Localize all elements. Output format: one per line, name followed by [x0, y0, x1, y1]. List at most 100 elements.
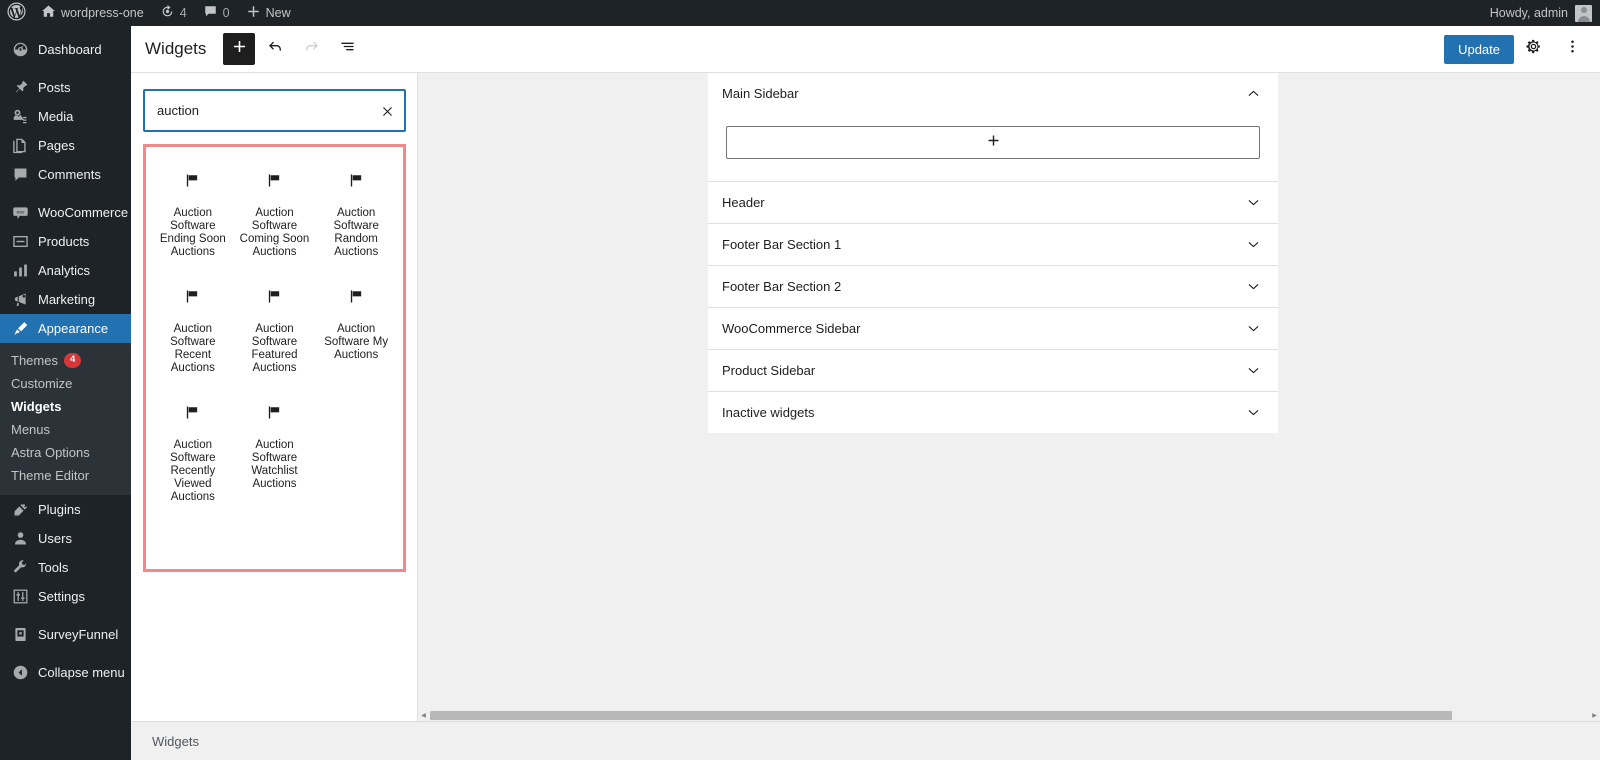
sidebar-item-label: Comments — [38, 167, 101, 182]
widget-area-header[interactable]: Product Sidebar — [708, 350, 1278, 391]
avatar-icon — [1575, 4, 1592, 22]
widget-result-item[interactable]: Auction Software My Auctions — [315, 285, 397, 375]
sidebar-item-appearance[interactable]: Appearance — [0, 314, 131, 343]
undo-arrow-icon — [266, 37, 285, 61]
plus-icon — [246, 4, 261, 22]
widget-result-label: Auction Software Featured Auctions — [251, 323, 298, 374]
site-name-menu[interactable]: wordpress-one — [33, 0, 152, 26]
block-appender-button[interactable] — [726, 126, 1260, 159]
redo-button[interactable] — [295, 33, 327, 65]
submenu-item-menus[interactable]: Menus — [0, 418, 131, 441]
howdy-label: Howdy, admin — [1489, 6, 1568, 20]
sidebar-item-surveyfunnel[interactable]: SurveyFunnel — [0, 620, 131, 649]
menu-separator — [0, 649, 131, 658]
submenu-item-themes[interactable]: Themes 4 — [0, 349, 131, 372]
widget-result-item[interactable]: Auction Software Random Auctions — [315, 169, 397, 259]
horizontal-scrollbar[interactable]: ◀ ▶ — [418, 710, 1600, 721]
sidebar-item-media[interactable]: Media — [0, 102, 131, 131]
more-vertical-icon — [1563, 37, 1582, 61]
widget-area-footer-bar-section-2: Footer Bar Section 2 — [708, 266, 1278, 308]
media-icon — [11, 108, 29, 126]
sidebar-item-comments[interactable]: Comments — [0, 160, 131, 189]
more-options-button[interactable] — [1556, 33, 1588, 65]
admin-footer: Widgets — [131, 721, 1600, 760]
sidebar-item-label: Products — [38, 234, 90, 249]
sidebar-item-settings[interactable]: Settings — [0, 582, 131, 611]
submenu-item-label: Menus — [11, 422, 51, 437]
sidebar-item-label: Pages — [38, 138, 75, 153]
new-label: New — [265, 6, 291, 20]
widget-area-header[interactable]: Inactive widgets — [708, 392, 1278, 433]
widget-area-header[interactable]: Header — [708, 182, 1278, 223]
widget-areas-list: Main Sidebar Header Footer Bar Section 1… — [708, 73, 1278, 433]
widget-result-item[interactable]: Auction Software Recent Auctions — [152, 285, 234, 375]
widget-area-header[interactable]: Footer Bar Section 1 — [708, 224, 1278, 265]
chevron-down-icon — [1245, 404, 1262, 421]
submenu-item-customize[interactable]: Customize — [0, 372, 131, 395]
widget-result-item[interactable]: Auction Software Recently Viewed Auction… — [152, 401, 234, 504]
widget-results-grid: Auction Software Ending Soon Auctions Au… — [152, 169, 397, 504]
undo-button[interactable] — [259, 33, 291, 65]
sidebar-item-marketing[interactable]: Marketing — [0, 285, 131, 314]
plus-icon — [985, 132, 1002, 154]
comments-menu[interactable]: 0 — [195, 0, 238, 26]
sidebar-item-users[interactable]: Users — [0, 524, 131, 553]
page-title: Widgets — [145, 39, 207, 58]
sidebar-item-label: Users — [38, 531, 72, 546]
sidebar-item-plugins[interactable]: Plugins — [0, 495, 131, 524]
flag-icon — [266, 401, 283, 423]
widget-result-item[interactable]: Auction Software Ending Soon Auctions — [152, 169, 234, 259]
appearance-submenu: Themes 4 Customize Widgets Menus Astra O… — [0, 343, 131, 495]
widget-area-header[interactable]: Footer Bar Section 2 — [708, 266, 1278, 307]
widget-area-header[interactable]: WooCommerce Sidebar — [708, 308, 1278, 349]
chevron-down-icon — [1245, 278, 1262, 295]
sidebar-item-analytics[interactable]: Analytics — [0, 256, 131, 285]
scrollbar-thumb[interactable] — [430, 711, 1452, 720]
sidebar-item-posts[interactable]: Posts — [0, 73, 131, 102]
collapse-menu-button[interactable]: Collapse menu — [0, 658, 131, 687]
clear-search-button[interactable] — [375, 99, 399, 123]
submenu-item-theme-editor[interactable]: Theme Editor — [0, 464, 131, 487]
sidebar-item-pages[interactable]: Pages — [0, 131, 131, 160]
widget-result-item[interactable]: Auction Software Featured Auctions — [234, 285, 316, 375]
sidebar-item-label: Marketing — [38, 292, 96, 307]
list-view-button[interactable] — [331, 33, 363, 65]
updates-icon — [160, 4, 175, 22]
search-input[interactable] — [143, 89, 406, 132]
sidebar-item-dashboard[interactable]: Dashboard — [0, 35, 131, 64]
caret-left-icon[interactable]: ◀ — [418, 712, 429, 719]
analytics-bars-icon — [11, 262, 29, 280]
comment-bubble-icon — [11, 166, 29, 184]
menu-separator — [0, 611, 131, 620]
widget-area-product-sidebar: Product Sidebar — [708, 350, 1278, 392]
widget-area-header[interactable]: Main Sidebar — [708, 73, 1278, 114]
update-button[interactable]: Update — [1444, 34, 1514, 64]
account-menu[interactable]: Howdy, admin — [1489, 4, 1600, 22]
search-field-wrapper — [143, 89, 406, 132]
updates-menu[interactable]: 4 — [152, 0, 195, 26]
add-block-button[interactable] — [223, 33, 256, 65]
chevron-up-icon — [1245, 85, 1262, 102]
wp-logo-menu[interactable] — [0, 0, 33, 26]
widget-area-title: Footer Bar Section 1 — [722, 237, 842, 252]
widget-result-item[interactable]: Auction Software Coming Soon Auctions — [234, 169, 316, 259]
submenu-item-widgets[interactable]: Widgets — [0, 395, 131, 418]
dashboard-icon — [11, 41, 29, 59]
flag-icon — [348, 285, 365, 307]
submenu-item-label: Themes — [11, 353, 58, 368]
sidebar-item-label: Tools — [38, 560, 69, 575]
submenu-item-astra-options[interactable]: Astra Options — [0, 441, 131, 464]
widget-result-item[interactable]: Auction Software Watchlist Auctions — [234, 401, 316, 504]
search-results-highlight: Auction Software Ending Soon Auctions Au… — [143, 144, 406, 572]
new-content-menu[interactable]: New — [238, 0, 299, 26]
widget-result-label: Auction Software Coming Soon Auctions — [239, 207, 310, 258]
sidebar-item-woocommerce[interactable]: woo WooCommerce — [0, 198, 131, 227]
editor-canvas: Main Sidebar Header Footer Bar Section 1… — [418, 73, 1600, 721]
sidebar-item-products[interactable]: Products — [0, 227, 131, 256]
caret-right-icon[interactable]: ▶ — [1589, 712, 1600, 719]
sidebar-item-tools[interactable]: Tools — [0, 553, 131, 582]
settings-button[interactable] — [1517, 33, 1549, 65]
widget-area-footer-bar-section-1: Footer Bar Section 1 — [708, 224, 1278, 266]
submenu-item-label: Theme Editor — [11, 468, 90, 483]
wrench-icon — [11, 559, 29, 577]
